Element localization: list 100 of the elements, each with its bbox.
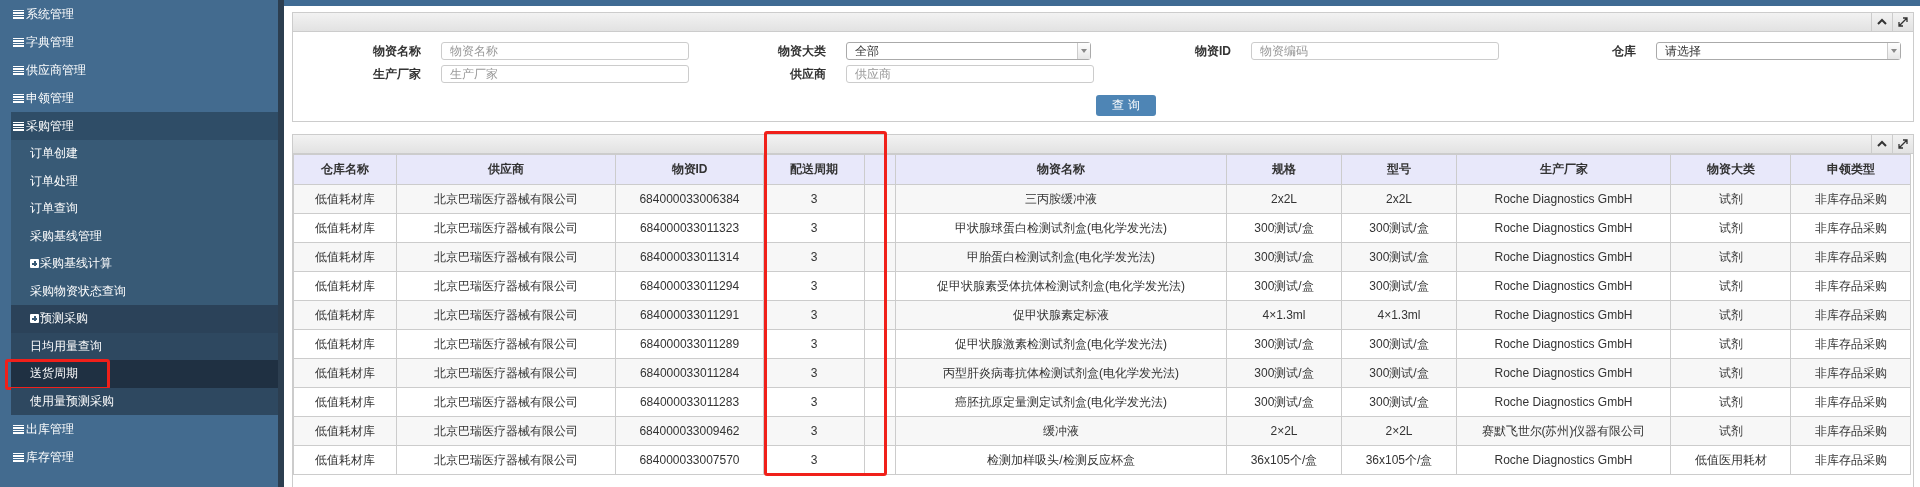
table-cell: 684000033011291: [615, 300, 764, 330]
field-label: 物资ID: [1194, 42, 1231, 60]
field-label: 物资名称: [372, 42, 421, 60]
expand-icon: [1898, 139, 1908, 149]
sidebar-item[interactable]: 日均用量查询: [11, 332, 278, 360]
table-cell: Roche Diagnostics GmbH: [1456, 329, 1671, 359]
plus-icon: [30, 259, 39, 269]
sidebar-item[interactable]: 申领管理: [0, 84, 278, 112]
sidebar-item[interactable]: 预测采购: [11, 305, 278, 333]
table-cell: 684000033011314: [615, 242, 764, 272]
table-cell: Roche Diagnostics GmbH: [1456, 242, 1671, 272]
table-cell: 非库存品采购: [1790, 242, 1911, 272]
sidebar-item[interactable]: 订单处理: [11, 167, 278, 195]
table-cell: 丙型肝炎病毒抗体检测试剂盒(电化学发光法): [895, 358, 1227, 388]
table-cell: 低值耗材库: [293, 184, 397, 214]
column-title: 物资大类: [1706, 162, 1755, 176]
table-cell: 北京巴瑞医疗器械有限公司: [396, 242, 616, 272]
table-cell: 试剂: [1670, 242, 1791, 272]
sidebar-item[interactable]: 供应商管理: [0, 56, 278, 84]
search-button[interactable]: 查 询: [1096, 95, 1156, 116]
list-icon: [13, 65, 24, 75]
input-field[interactable]: 物资编码: [1251, 42, 1499, 60]
sidebar-item[interactable]: 出库管理: [0, 415, 278, 443]
table-cell: 300测试/盒: [1226, 387, 1342, 417]
table-cell: 非库存品采购: [1790, 416, 1911, 446]
table-cell: 低值医用耗材: [1670, 445, 1791, 475]
input-field[interactable]: 生产厂家: [441, 65, 689, 83]
table-cell: 300测试/盒: [1341, 242, 1457, 272]
select-field[interactable]: 全部: [846, 42, 1091, 60]
table-cell: 2×2L: [1341, 416, 1457, 446]
sidebar-item[interactable]: 采购管理: [11, 112, 278, 140]
table-cell: 非库存品采购: [1790, 445, 1911, 475]
table-cell: 甲状腺球蛋白检测试剂盒(电化学发光法): [895, 213, 1227, 243]
table-cell: 试剂: [1670, 416, 1791, 446]
table-cell: 北京巴瑞医疗器械有限公司: [396, 445, 616, 475]
table-cell: 300测试/盒: [1226, 329, 1342, 359]
column-title: 物资名称: [1037, 162, 1085, 176]
table-cell: 非库存品采购: [1790, 300, 1911, 330]
field-label: 供应商: [789, 65, 826, 83]
chevron-up-icon: [1877, 18, 1887, 26]
chevron-up-icon: [1877, 140, 1887, 148]
sidebar-item[interactable]: 字典管理: [0, 28, 278, 56]
list-icon: [13, 37, 24, 47]
table-cell: 非库存品采购: [1790, 358, 1911, 388]
table-cell: 北京巴瑞医疗器械有限公司: [396, 300, 616, 330]
column-title: 规格: [1272, 162, 1296, 176]
table-cell: 非库存品采购: [1790, 184, 1911, 214]
table-cell: 促甲状腺素受体抗体检测试剂盒(电化学发光法): [895, 271, 1227, 301]
list-icon: [13, 9, 24, 19]
sidebar-item[interactable]: 系统管理: [0, 0, 278, 28]
field-label: 物资大类: [777, 42, 826, 60]
table-cell: 684000033011283: [615, 387, 764, 417]
table-cell: 300测试/盒: [1341, 329, 1457, 359]
table-cell: 300测试/盒: [1341, 387, 1457, 417]
table-cell: 684000033011289: [615, 329, 764, 359]
sidebar-item[interactable]: 采购基线管理: [11, 222, 278, 250]
column-title: 仓库名称: [321, 162, 369, 176]
table-cell: 试剂: [1670, 387, 1791, 417]
table-cell: 684000033009462: [615, 416, 764, 446]
table-cell: Roche Diagnostics GmbH: [1456, 213, 1671, 243]
sidebar-item[interactable]: 库存管理: [0, 443, 278, 471]
table-cell: 试剂: [1670, 271, 1791, 301]
table-cell: 试剂: [1670, 300, 1791, 330]
table-cell: 300测试/盒: [1341, 271, 1457, 301]
table-cell: 低值耗材库: [293, 271, 397, 301]
column-title: 供应商: [488, 162, 524, 176]
input-field[interactable]: 供应商: [846, 65, 1094, 83]
table-cell: 300测试/盒: [1226, 242, 1342, 272]
table-cell: Roche Diagnostics GmbH: [1456, 445, 1671, 475]
table-cell: 缓冲液: [895, 416, 1227, 446]
table-cell: 北京巴瑞医疗器械有限公司: [396, 387, 616, 417]
table-cell: Roche Diagnostics GmbH: [1456, 358, 1671, 388]
sidebar-item[interactable]: 订单创建: [11, 140, 278, 168]
sidebar-item[interactable]: 采购物资状态查询: [11, 277, 278, 305]
sidebar-item[interactable]: 使用量预测采购: [11, 387, 278, 415]
select-field[interactable]: 请选择: [1656, 42, 1901, 60]
table-cell: 300测试/盒: [1341, 213, 1457, 243]
expand-icon: [1898, 17, 1908, 27]
table-cell: Roche Diagnostics GmbH: [1456, 387, 1671, 417]
sidebar-item[interactable]: 采购基线计算: [11, 250, 278, 278]
table-cell: [864, 213, 896, 243]
table-cell: 促甲状腺素定标液: [895, 300, 1227, 330]
column-title: 配送周期: [790, 162, 838, 176]
table-cell: 北京巴瑞医疗器械有限公司: [396, 213, 616, 243]
table-cell: 非库存品采购: [1790, 213, 1911, 243]
table-cell: 300测试/盒: [1226, 213, 1342, 243]
table-cell: 684000033006384: [615, 184, 764, 214]
list-icon: [13, 121, 24, 131]
table-cell: 非库存品采购: [1790, 329, 1911, 359]
table-cell: 赛默飞世尔(苏州)仪器有限公司: [1456, 416, 1671, 446]
table-cell: 684000033011294: [615, 271, 764, 301]
table-cell: 低值耗材库: [293, 387, 397, 417]
table-cell: Roche Diagnostics GmbH: [1456, 300, 1671, 330]
table-cell: 甲胎蛋白检测试剂盒(电化学发光法): [895, 242, 1227, 272]
sidebar-item[interactable]: 订单查询: [11, 195, 278, 223]
table-cell: [864, 387, 896, 417]
list-icon: [13, 452, 24, 462]
table-cell: 三丙胺缓冲液: [895, 184, 1227, 214]
plus-icon: [30, 314, 39, 324]
input-field[interactable]: 物资名称: [441, 42, 689, 60]
